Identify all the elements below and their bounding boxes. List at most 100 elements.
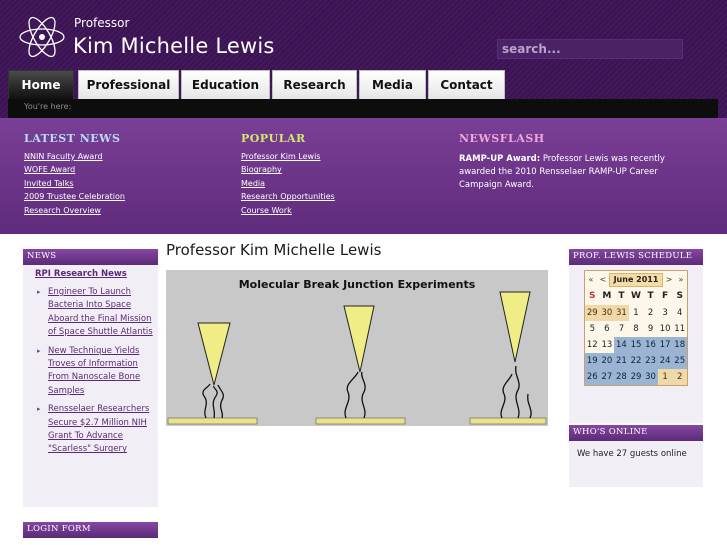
calendar-day[interactable]: 8 [629,321,644,337]
weekday-label: S [589,291,596,301]
calendar-day[interactable]: 22 [628,353,644,369]
calendar-day[interactable]: 23 [643,353,658,369]
newsflash-text: RAMP-UP Award: Professor Lewis was recen… [459,153,699,192]
rpi-news-link[interactable]: RPI Research News [35,269,158,279]
news-item[interactable]: ▸ Rensselaer Researchers Secure $2.7 Mill… [23,403,158,457]
substrate-1 [167,417,258,425]
calendar-day[interactable]: 9 [643,321,658,337]
calendar-grid: S M T W T F S 29 30 31 1 2 3 4 5 6 7 8 9 10 11 12 13 14 15 16 17 18… [585,288,687,385]
weekday-label: M [602,291,612,301]
calendar-day[interactable]: 7 [614,321,629,337]
prev-month-button[interactable]: < [597,275,609,284]
schedule-heading: PROF. LEWIS SCHEDULE [569,249,703,265]
schedule-module: « < June 2011 > » S M T W T F S 29 30 31 1 2 3 4 5 6 7 8 9… [569,265,703,423]
latest-news-heading: LATEST NEWS [24,132,121,145]
online-text: We have 27 guests online [569,441,703,487]
substrate-3 [469,417,547,425]
popular-link[interactable]: Biography [241,165,335,178]
latest-news-link[interactable]: Invited Talks [24,179,125,192]
atom-logo-icon [19,16,65,58]
next-month-button[interactable]: > [663,275,675,284]
site-title[interactable]: Kim Michelle Lewis [73,34,275,58]
feature-band: LATEST NEWS NNIN Faculty Award WOFE Award… [0,118,727,234]
calendar-day[interactable]: 16 [643,337,658,353]
tab-research[interactable]: Research [272,70,357,99]
tab-home[interactable]: Home [8,70,74,99]
site-subtitle: Professor [74,16,130,30]
tab-media[interactable]: Media [359,70,426,99]
calendar-day[interactable]: 3 [658,305,673,321]
news-module: RPI Research News ▸ Engineer To Launch Ba… [23,265,158,507]
calendar-day[interactable]: 29 [585,305,600,321]
news-heading: NEWS [23,249,158,265]
calendar-day[interactable]: 19 [585,353,600,369]
news-list: ▸ Engineer To Launch Bacteria Into Space … [23,286,158,457]
news-item[interactable]: ▸ Engineer To Launch Bacteria Into Space … [23,286,158,340]
calendar-day[interactable]: 18 [672,337,687,353]
breadcrumb: You're here: [24,102,72,111]
calendar-day[interactable]: 25 [672,353,687,369]
calendar-day[interactable]: 28 [614,369,629,385]
popular-module: POPULAR Professor Kim Lewis Biography Medi… [241,132,335,219]
latest-news-link[interactable]: NNIN Faculty Award [24,152,125,165]
latest-news-link[interactable]: Research Overview [24,206,125,219]
news-item-label[interactable]: New Technique Yields Troves of Informati… [48,346,140,396]
newsflash-module: NEWSFLASH RAMP-UP Award: Professor Lewis… [459,132,699,192]
page-title: Professor Kim Michelle Lewis [166,241,382,259]
calendar-day[interactable]: 21 [614,353,629,369]
calendar-day[interactable]: 10 [658,321,673,337]
weekday-label: F [662,291,669,301]
calendar-day[interactable]: 5 [585,321,600,337]
calendar-day[interactable]: 4 [672,305,687,321]
calendar-day[interactable]: 14 [614,337,629,353]
calendar-day[interactable]: 30 [599,305,615,321]
calendar-day[interactable]: 24 [657,353,673,369]
newsflash-bold: RAMP-UP Award: [459,154,541,164]
popular-heading: POPULAR [241,132,306,145]
online-heading: WHO'S ONLINE [569,425,703,441]
calendar-day[interactable]: 12 [585,337,600,353]
news-item-label[interactable]: Rensselaer Researchers Secure $2.7 Milli… [48,404,149,454]
calendar-day[interactable]: 11 [672,321,687,337]
calendar-header: « < June 2011 > » [585,271,687,288]
news-item-label[interactable]: Engineer To Launch Bacteria Into Space A… [48,287,153,337]
calendar-day[interactable]: 1 [657,369,673,385]
popular-link[interactable]: Media [241,179,335,192]
calendar-day[interactable]: 27 [599,369,615,385]
popular-list: Professor Kim Lewis Biography Media Researc… [241,152,335,219]
latest-news-link[interactable]: WOFE Award [24,165,125,178]
latest-news-module: LATEST NEWS NNIN Faculty Award WOFE Award… [24,132,125,219]
left-column: NEWS RPI Research News ▸ Engineer To Laun… [23,249,158,507]
latest-news-list: NNIN Faculty Award WOFE Award Invited Talk… [24,152,125,219]
calendar-day[interactable]: 2 [672,369,687,385]
calendar-day[interactable]: 31 [614,305,629,321]
calendar-day[interactable]: 29 [628,369,644,385]
news-item[interactable]: ▸ New Technique Yields Troves of Informat… [23,345,158,399]
weekday-label: W [631,291,641,301]
calendar-day[interactable]: 26 [585,369,600,385]
login-heading: LOGIN FORM [23,522,158,538]
substrate-2 [315,417,406,425]
calendar-day[interactable]: 30 [643,369,658,385]
next-year-button[interactable]: » [675,275,687,284]
popular-link[interactable]: Course Work [241,206,335,219]
calendar-day[interactable]: 6 [600,321,615,337]
tab-contact[interactable]: Contact [428,70,505,99]
prev-year-button[interactable]: « [585,275,597,284]
popular-link[interactable]: Research Opportunities [241,192,335,205]
weekday-label: T [618,291,625,301]
calendar-day[interactable]: 13 [600,337,615,353]
calendar-day[interactable]: 1 [629,305,644,321]
popular-link[interactable]: Professor Kim Lewis [241,152,335,165]
calendar-day[interactable]: 2 [643,305,658,321]
latest-news-link[interactable]: 2009 Trustee Celebration [24,192,125,205]
tab-education[interactable]: Education [181,70,270,99]
search-input[interactable] [497,39,683,59]
calendar-day[interactable]: 15 [628,337,644,353]
tab-professional[interactable]: Professional [78,70,179,99]
calendar-day[interactable]: 20 [599,353,615,369]
weekday-label: S [676,291,683,301]
calendar-day[interactable]: 17 [657,337,673,353]
calendar: « < June 2011 > » S M T W T F S 29 30 31 1 2 3 4 5 6 7 8 9… [584,270,688,386]
login-module: LOGIN FORM [23,522,158,538]
